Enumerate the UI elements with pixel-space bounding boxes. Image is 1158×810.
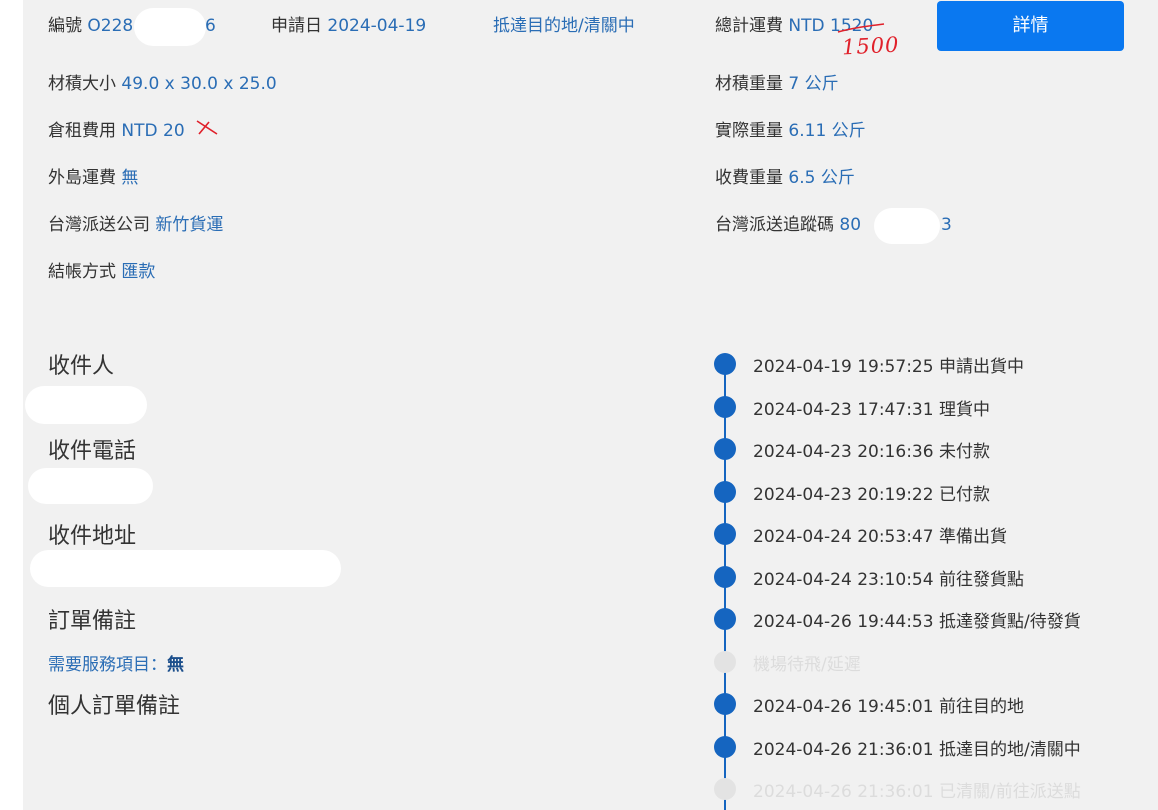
- actual-weight-value: 6.11 公斤: [788, 121, 866, 141]
- actual-weight-row: 實際重量 6.11 公斤: [715, 120, 866, 142]
- timeline-entry: 2024-04-26 21:36:01 抵達目的地/清關中: [753, 739, 1081, 761]
- storage-fee-label: 倉租費用: [48, 121, 116, 141]
- timeline-entry: 機場待飛/延遲: [753, 654, 861, 676]
- timeline-status: 抵達目的地/清關中: [938, 740, 1081, 760]
- island-fee-row: 外島運費 無: [48, 167, 138, 189]
- apply-date-value: 2024-04-19: [327, 16, 427, 36]
- size-row: 材積大小 49.0 x 30.0 x 25.0: [48, 73, 277, 95]
- cross-mark-icon: [196, 120, 218, 135]
- volume-weight-row: 材積重量 7 公斤: [715, 73, 839, 95]
- timeline-datetime: 2024-04-26 21:36:01: [753, 740, 934, 760]
- timeline-status: 準備出貨: [938, 527, 1007, 547]
- timeline-status: 未付款: [938, 442, 990, 462]
- size-value: 49.0 x 30.0 x 25.0: [121, 74, 277, 94]
- island-fee-value: 無: [121, 168, 139, 188]
- service-items-label: 需要服務項目：: [48, 655, 167, 675]
- timeline-entry: 2024-04-24 23:10:54 前往發貨點: [753, 569, 1024, 591]
- total-fee-label: 總計運費: [715, 16, 783, 36]
- apply-date-label: 申請日: [271, 16, 322, 36]
- island-fee-label: 外島運費: [48, 168, 116, 188]
- timeline-entry: 2024-04-26 19:45:01 前往目的地: [753, 696, 1024, 718]
- timeline-datetime: 2024-04-26 19:44:53: [753, 612, 934, 632]
- details-button[interactable]: 詳情: [937, 1, 1124, 51]
- payment-label: 結帳方式: [48, 262, 116, 282]
- timeline-datetime: 2024-04-23 20:16:36: [753, 442, 934, 462]
- tracking-row: 台灣派送追蹤碼 80: [715, 214, 861, 236]
- personal-note-label: 個人訂單備註: [48, 694, 181, 719]
- charge-weight-row: 收費重量 6.5 公斤: [715, 167, 855, 189]
- order-number-prefix: O228: [87, 16, 134, 36]
- timeline-status: 前往目的地: [938, 697, 1024, 717]
- service-items: 需要服務項目：無: [48, 650, 184, 675]
- redaction-mark: [30, 550, 341, 587]
- volume-weight-label: 材積重量: [715, 74, 783, 94]
- timeline-datetime: 2024-04-23 17:47:31: [753, 400, 934, 420]
- timeline-dot: [714, 651, 736, 673]
- timeline-entry: 2024-04-23 20:19:22 已付款: [753, 484, 990, 506]
- recipient-address-label: 收件地址: [48, 524, 137, 549]
- service-items-value: 無: [167, 655, 184, 675]
- tw-courier-value: 新竹貨運: [155, 215, 224, 235]
- order-number: 編號 O228: [48, 15, 133, 37]
- timeline-dot: [714, 566, 736, 588]
- timeline-entry: 2024-04-19 19:57:25 申請出貨中: [753, 356, 1024, 378]
- timeline-dot: [714, 523, 736, 545]
- storage-fee-row: 倉租費用 NTD 20: [48, 120, 185, 142]
- size-label: 材積大小: [48, 74, 116, 94]
- tracking-suffix: 3: [941, 215, 952, 235]
- timeline-entry: 2024-04-26 19:44:53 抵達發貨點/待發貨: [753, 611, 1081, 633]
- order-number-label: 編號: [48, 16, 82, 36]
- timeline-entry: 2024-04-24 20:53:47 準備出貨: [753, 526, 1007, 548]
- timeline-datetime: 2024-04-24 20:53:47: [753, 527, 934, 547]
- actual-weight-label: 實際重量: [715, 121, 783, 141]
- timeline-dot: [714, 693, 736, 715]
- apply-date: 申請日 2024-04-19: [271, 15, 426, 37]
- tw-courier-row: 台灣派送公司 新竹貨運: [48, 214, 223, 236]
- charge-weight-value: 6.5 公斤: [788, 168, 855, 188]
- total-fee-currency: NTD: [788, 16, 825, 36]
- handwritten-fee: 1500: [841, 32, 901, 60]
- timeline-datetime: 2024-04-26 19:45:01: [753, 697, 934, 717]
- timeline-dot: [714, 481, 736, 503]
- storage-fee-value: NTD 20: [121, 121, 185, 141]
- recipient-phone-label: 收件電話: [48, 439, 137, 464]
- tracking-prefix: 80: [839, 215, 862, 235]
- timeline-status: 已付款: [938, 485, 990, 505]
- timeline-datetime: 2024-04-26 21:36:01: [753, 782, 934, 802]
- timeline-status: 申請出貨中: [938, 357, 1024, 377]
- tracking-label: 台灣派送追蹤碼: [715, 215, 834, 235]
- timeline-dot: [714, 396, 736, 418]
- timeline-status: 機場待飛/延遲: [753, 655, 861, 675]
- timeline-dot: [714, 353, 736, 375]
- redaction-mark: [28, 468, 153, 504]
- redaction-mark: [25, 386, 147, 424]
- order-number-suffix: 6: [205, 16, 216, 36]
- volume-weight-value: 7 公斤: [788, 74, 839, 94]
- charge-weight-label: 收費重量: [715, 168, 783, 188]
- order-status: 抵達目的地/清關中: [493, 16, 635, 36]
- order-note-label: 訂單備註: [48, 609, 137, 634]
- payment-row: 結帳方式 匯款: [48, 261, 155, 283]
- timeline-dot: [714, 736, 736, 758]
- timeline-entry: 2024-04-23 17:47:31 理貨中: [753, 399, 990, 421]
- timeline-status: 已清關/前往派送點: [938, 782, 1081, 802]
- timeline-status: 理貨中: [938, 400, 990, 420]
- recipient-name-label: 收件人: [48, 354, 115, 379]
- timeline-datetime: 2024-04-24 23:10:54: [753, 570, 934, 590]
- timeline-status: 前往發貨點: [938, 570, 1024, 590]
- timeline-datetime: 2024-04-23 20:19:22: [753, 485, 934, 505]
- timeline-dot: [714, 608, 736, 630]
- tw-courier-label: 台灣派送公司: [48, 215, 150, 235]
- timeline-entry: 2024-04-23 20:16:36 未付款: [753, 441, 990, 463]
- redaction-mark: [874, 208, 940, 244]
- timeline-datetime: 2024-04-19 19:57:25: [753, 357, 934, 377]
- payment-value: 匯款: [121, 262, 156, 282]
- timeline-dot: [714, 778, 736, 800]
- redaction-mark: [134, 8, 206, 46]
- timeline-status: 抵達發貨點/待發貨: [938, 612, 1081, 632]
- timeline-entry: 2024-04-26 21:36:01 已清關/前往派送點: [753, 781, 1081, 803]
- timeline-dot: [714, 438, 736, 460]
